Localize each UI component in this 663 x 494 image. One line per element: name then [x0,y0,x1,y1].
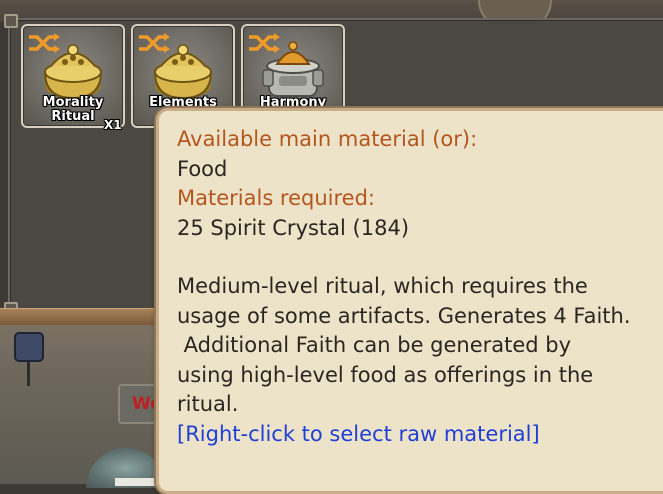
right-click-hint: [Right-click to select raw material] [177,421,540,446]
slot-count: X1 [104,118,122,132]
shuffle-icon [249,33,280,53]
ritual-tooltip: Available main material (or): Food Mater… [156,108,663,494]
description-line: usage of some artifacts. Generates 4 Fai… [177,303,631,328]
main-material-value: Food [177,156,228,181]
lantern-post [14,332,44,386]
description-line: Medium-level ritual, which requires the [177,274,588,298]
ritual-slot-morality[interactable]: Morality Ritual [21,24,125,128]
slot-label-line: Morality [42,95,104,110]
shuffle-icon [139,33,170,53]
shuffle-icon [29,33,60,53]
materials-required-header: Materials required: [177,186,375,210]
materials-required-value: 25 Spirit Crystal (184) [177,215,410,240]
description-line: Additional Faith can be generated by [177,333,572,357]
main-material-header: Available main material (or): [177,127,478,151]
panel-corner [4,14,18,28]
floor-tile [115,478,155,486]
description-line: ritual. [177,392,239,416]
description-line: using high-level food as offerings in th… [177,362,594,387]
